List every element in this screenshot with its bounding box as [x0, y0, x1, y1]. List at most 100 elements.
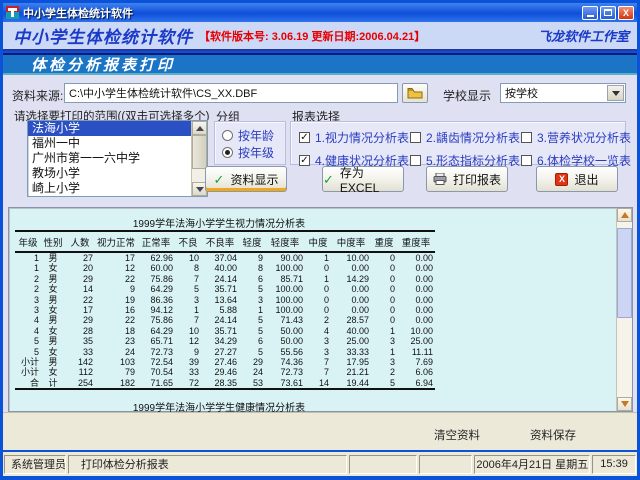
school-list-item[interactable]: 广州市第一一六中学 — [28, 151, 191, 166]
table-cell: 11.11 — [397, 347, 435, 357]
print-report-button[interactable]: 打印报表 — [426, 166, 508, 192]
school-list-item[interactable]: 法海小学 — [28, 121, 191, 136]
radio-icon[interactable] — [222, 147, 233, 158]
checkbox-icon[interactable] — [521, 155, 532, 166]
checkbox-icon[interactable] — [521, 132, 532, 143]
table-cell: 4 — [305, 326, 331, 336]
table-cell: 6 — [239, 336, 265, 346]
school-display-value: 按学校 — [501, 85, 607, 101]
school-list-item[interactable]: 崎上小学 — [28, 181, 191, 196]
report-checkbox[interactable]: 2.龋齿情况分析表 — [410, 129, 521, 146]
table-cell: 1 — [15, 252, 41, 263]
table-cell: 27.46 — [201, 357, 239, 367]
checkbox-icon[interactable] — [410, 132, 421, 143]
table-cell: 64.29 — [137, 284, 175, 294]
status-spacer — [349, 455, 417, 474]
table-cell: 17 — [65, 305, 95, 315]
dropdown-button[interactable] — [607, 85, 624, 101]
triangle-up-icon — [196, 126, 204, 131]
table-cell: 53 — [239, 378, 265, 389]
table-cell: 2 — [15, 274, 41, 284]
table-cell: 16 — [95, 305, 137, 315]
table-cell: 8 — [175, 263, 201, 273]
school-list-box[interactable]: 法海小学福州一中广州市第一一六中学教场小学崎上小学 — [27, 120, 208, 197]
close-button[interactable]: X — [618, 6, 634, 20]
table-cell: 0 — [371, 284, 397, 294]
table-row: 小计男14210372.543927.462974.36717.9537.69 — [15, 357, 435, 367]
table-cell: 18 — [95, 326, 137, 336]
table-cell: 7 — [175, 274, 201, 284]
column-header: 中度 — [305, 231, 331, 252]
checkbox-icon[interactable]: ✓ — [299, 132, 310, 143]
table-row: 2男292275.86724.14685.71114.2900.00 — [15, 274, 435, 284]
table-cell: 男 — [41, 315, 65, 325]
scroll-down-button[interactable] — [617, 397, 632, 411]
table-cell: 1 — [175, 305, 201, 315]
table-cell: 60.00 — [137, 263, 175, 273]
clear-data-button[interactable]: 清空资料 — [434, 427, 480, 443]
radio-option[interactable]: 按年级 — [222, 144, 285, 161]
table-header-row: 年级性别人数视力正常正常率不良不良率轻度轻度率中度中度率重度重度率 — [15, 231, 435, 252]
exit-button[interactable]: X 退出 — [536, 166, 618, 192]
radio-label: 按年级 — [238, 144, 274, 161]
table-cell: 0.00 — [331, 263, 371, 273]
checkbox-icon[interactable]: ✓ — [299, 155, 310, 166]
table-cell: 19 — [95, 295, 137, 305]
table-cell: 1 — [371, 326, 397, 336]
show-data-button[interactable]: ✓ 资料显示 — [205, 166, 287, 192]
save-excel-label: 存为EXCEL — [340, 164, 403, 195]
report-checkbox[interactable]: ✓1.视力情况分析表 — [299, 129, 410, 146]
scroll-up-button[interactable] — [617, 208, 632, 222]
table-cell: 0 — [305, 263, 331, 273]
table-row: 4男292275.86724.14571.43228.5700.00 — [15, 315, 435, 325]
table-cell: 小计 — [15, 367, 41, 377]
radio-icon[interactable] — [222, 130, 233, 141]
report-checkbox[interactable]: 3.营养状况分析表 — [521, 129, 625, 146]
table-cell: 1 — [371, 347, 397, 357]
table-cell: 29 — [65, 274, 95, 284]
table-cell: 75.86 — [137, 315, 175, 325]
maximize-button[interactable] — [600, 6, 616, 20]
table-cell: 71.43 — [265, 315, 305, 325]
column-header: 中度率 — [331, 231, 371, 252]
scroll-up-button[interactable] — [192, 121, 207, 135]
scrollbar-thumb[interactable] — [192, 135, 207, 169]
table-cell: 5 — [239, 347, 265, 357]
school-display-select[interactable]: 按学校 — [500, 83, 626, 103]
table-cell: 75.86 — [137, 274, 175, 284]
exit-icon: X — [555, 173, 568, 186]
school-list-item[interactable]: 教场小学 — [28, 166, 191, 181]
table-cell: 5 — [239, 326, 265, 336]
table-cell: 28 — [65, 326, 95, 336]
minimize-button[interactable] — [582, 6, 598, 20]
table-cell: 5.88 — [201, 305, 239, 315]
save-excel-button[interactable]: ✓ 存为EXCEL — [322, 166, 404, 192]
radio-option[interactable]: 按年龄 — [222, 127, 285, 144]
column-header: 正常率 — [137, 231, 175, 252]
table-cell: 22 — [95, 274, 137, 284]
browse-button[interactable] — [402, 83, 428, 103]
table-cell: 33 — [175, 367, 201, 377]
table-row: 1男271762.961037.04990.00110.0000.00 — [15, 252, 435, 263]
table-cell: 5 — [371, 378, 397, 389]
source-path-input[interactable] — [64, 83, 398, 103]
table-cell: 男 — [41, 357, 65, 367]
table-row: 合计25418271.657228.355373.611419.4456.94 — [15, 378, 435, 389]
table-cell: 39 — [175, 357, 201, 367]
table-cell: 50.00 — [265, 336, 305, 346]
table-cell: 12 — [95, 263, 137, 273]
report-scrollbar[interactable] — [616, 208, 632, 411]
table-cell: 28.57 — [331, 315, 371, 325]
report-table-head: 年级性别人数视力正常正常率不良不良率轻度轻度率中度中度率重度重度率 — [15, 231, 435, 252]
school-list-item[interactable]: 福州一中 — [28, 136, 191, 151]
version-text: 【软件版本号: 3.06.19 更新日期:2006.04.21】 — [199, 28, 425, 44]
column-header: 不良率 — [201, 231, 239, 252]
title-bar: 中小学生体检统计软件 X — [3, 3, 637, 22]
checkbox-icon[interactable] — [410, 155, 421, 166]
check-icon: ✓ — [323, 173, 334, 186]
save-data-button[interactable]: 资料保存 — [530, 427, 576, 443]
table-cell: 3 — [15, 295, 41, 305]
table-cell: 62.96 — [137, 252, 175, 263]
scrollbar-thumb[interactable] — [617, 228, 632, 318]
report-table-body: 1男271762.961037.04990.00110.0000.001女201… — [15, 252, 435, 389]
